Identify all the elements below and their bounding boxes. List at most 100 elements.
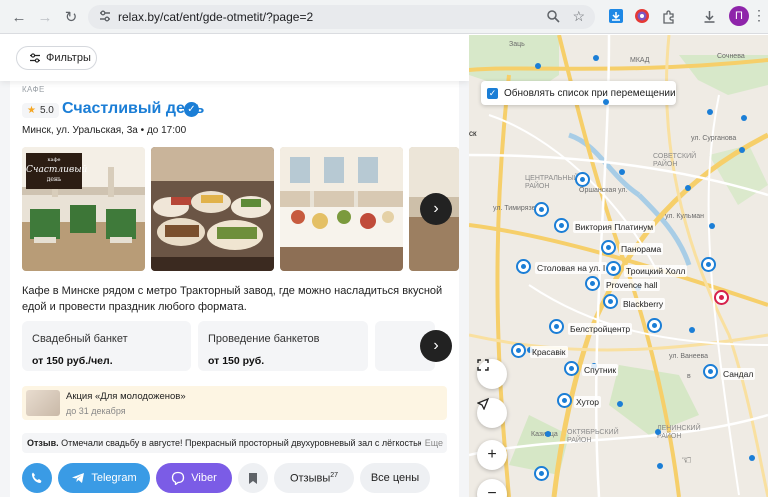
map-place-label[interactable]: Столовая на ул. I [535,262,608,274]
photos-next-button[interactable]: › [420,193,452,225]
map-dot[interactable] [707,109,713,115]
map-pin[interactable] [703,364,718,379]
location-arrow-icon [477,398,489,410]
listing-address: Минск, ул. Уральская, 3а [22,125,138,136]
map-pin[interactable] [554,218,569,233]
listing-category: КАФЕ [22,85,45,94]
viber-label: Viber [191,472,217,484]
map-dot[interactable] [739,147,745,153]
verified-check-icon: ✓ [184,102,199,117]
map-place-label[interactable]: Blackberry [621,298,666,310]
review-prefix: Отзыв. [27,438,59,448]
filters-icon [30,53,40,63]
map-pin[interactable] [564,361,579,376]
prices-next-button[interactable]: › [420,330,452,362]
map-pin[interactable] [557,393,572,408]
photo-1[interactable]: кафе Счастливый день [22,147,145,271]
bookmark-button[interactable] [238,463,268,493]
update-on-move-checkbox[interactable]: ✓ Обновлять список при перемещении [481,81,676,105]
map-dot[interactable] [685,185,691,191]
map-place-label[interactable]: Provence hall [604,279,660,291]
street-label: Заць [509,41,525,48]
fullscreen-button[interactable] [477,359,507,389]
map-place-label[interactable]: Виктория Платинум [573,221,656,233]
promo-banner[interactable]: Акция «Для молодоженов» до 31 декабря [22,386,447,420]
call-button[interactable] [22,463,52,493]
site-settings-icon[interactable] [98,9,112,23]
map-dot[interactable] [603,99,609,105]
bookmark-star-icon[interactable]: ☆ [572,8,585,25]
url-text: relax.by/cat/ent/gde-otmetit/?page=2 [118,10,314,24]
listing-card: КАФЕ ★ 5.0 Счастливый день ✓ Минск, ул. … [10,75,459,497]
map-dot[interactable] [593,55,599,61]
locate-button[interactable] [477,398,507,428]
price-card-banquets[interactable]: Проведение банкетов от 150 руб. [198,321,368,371]
map-pin[interactable] [575,172,590,187]
promo-title: Акция «Для молодоженов» [66,391,186,402]
filters-button[interactable]: Фильтры [16,46,97,70]
review-snippet[interactable]: Отзыв. Отмечали свадьбу в августе! Прекр… [22,433,447,453]
map-pin[interactable] [647,318,662,333]
review-more-link[interactable]: Еще [420,433,443,453]
map-dot[interactable] [545,431,551,437]
photo-2[interactable] [151,147,274,271]
map-place-label[interactable]: Красавік [530,346,568,358]
download-extension-icon[interactable] [607,7,625,25]
price-card-wedding[interactable]: Свадебный банкет от 150 руб./чел. [22,321,191,371]
map-place-label[interactable]: Спутник [582,364,619,376]
price-value: от 150 руб. [208,355,265,367]
browser-toolbar: ← → ↻ relax.by/cat/ent/gde-otmetit/?page… [0,0,768,34]
map-dot[interactable] [655,429,661,435]
filter-bar: Фильтры [0,35,469,81]
map-dot[interactable] [657,463,663,469]
all-prices-button[interactable]: Все цены [360,463,430,493]
map-dot[interactable] [619,169,625,175]
zoom-icon[interactable] [546,9,561,24]
map-pin[interactable] [585,276,600,291]
plus-icon: + [487,446,497,463]
browser-menu-icon[interactable]: ⋮ [752,7,766,24]
map-pin[interactable] [516,259,531,274]
listing-panel: Фильтры КАФЕ ★ 5.0 Счастливый день ✓ Мин… [0,35,469,497]
telegram-button[interactable]: Telegram [58,463,150,493]
photo-carousel[interactable]: кафе Счастливый день [22,147,459,271]
extensions-puzzle-icon[interactable] [659,7,677,25]
map-dot[interactable] [689,327,695,333]
downloads-icon[interactable] [700,7,718,25]
map-dot[interactable] [741,115,747,121]
map-pin[interactable] [603,294,618,309]
map-dot[interactable] [617,401,623,407]
map-dot[interactable] [709,223,715,229]
photo-3[interactable] [280,147,403,271]
map-dot[interactable] [535,63,541,69]
map-place-label[interactable]: Белстройцентр [568,323,633,335]
map-pin[interactable] [606,261,621,276]
map-place-label[interactable]: Троицкий Холл [624,265,688,277]
map-place-label[interactable]: Панорама [619,243,664,255]
reviews-button[interactable]: Отзывы27 [274,463,354,493]
price-label: Проведение банкетов [208,333,320,345]
viber-button[interactable]: Viber [156,463,232,493]
profile-avatar[interactable]: П [729,6,749,26]
map-pin[interactable] [534,202,549,217]
reload-icon[interactable]: ↻ [58,4,84,30]
map-pin[interactable] [534,466,549,481]
map-dot[interactable] [749,455,755,461]
map-panel[interactable]: Заць Сочнева МКАД ул. Тимирязева Оршанск… [469,35,768,497]
forward-arrow-icon[interactable]: → [32,4,58,30]
map-pin[interactable] [549,319,564,334]
map-pin[interactable] [601,240,616,255]
reviews-text: Отзывы [289,472,331,485]
color-extension-icon[interactable] [633,7,651,25]
map-pin[interactable] [701,257,716,272]
map-place-label[interactable]: Сандал [721,368,756,380]
map-pin[interactable] [511,343,526,358]
map-place-label[interactable]: Хутор [574,396,601,408]
map-pin-selected[interactable] [714,290,729,305]
zoom-in-button[interactable]: + [477,440,507,470]
district-label: СОВЕТСКИЙ РАЙОН [653,153,697,168]
street-label: в [687,373,691,380]
back-arrow-icon[interactable]: ← [6,4,32,30]
street-label: ул. Кульман [665,213,705,220]
address-bar[interactable]: relax.by/cat/ent/gde-otmetit/?page=2 ☆ [88,5,595,29]
